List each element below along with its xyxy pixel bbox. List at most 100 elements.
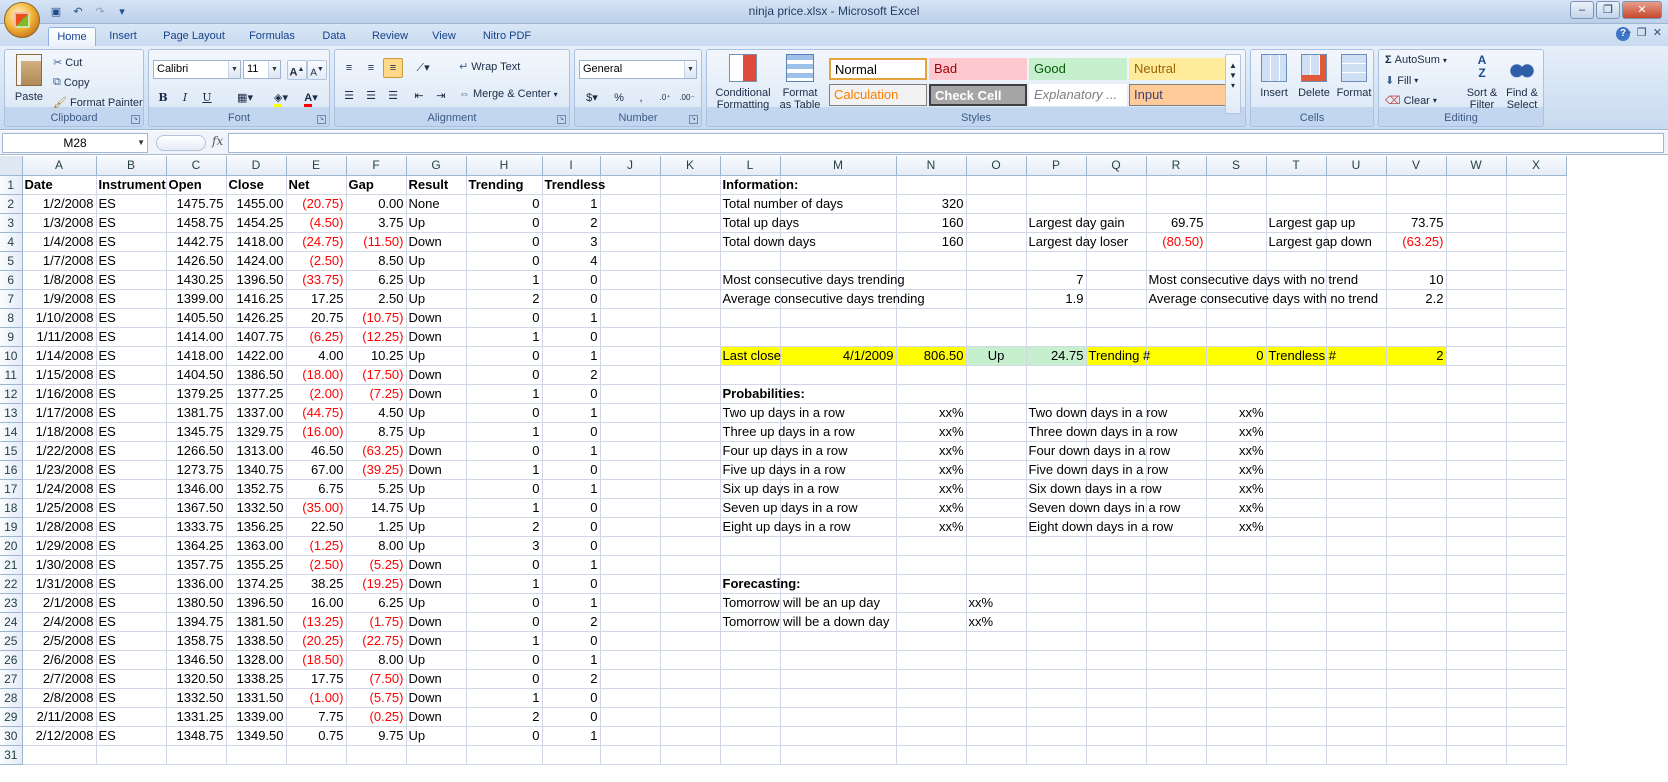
cell[interactable]: Average consecutive days with no trend [1146,289,1378,309]
cell[interactable] [660,460,721,480]
cell[interactable] [1386,175,1447,195]
row-header[interactable]: 10 [0,346,23,366]
cell[interactable] [660,441,721,461]
cell[interactable]: Up [406,726,467,746]
cell[interactable]: 1458.75 [166,213,227,233]
cell[interactable] [1026,612,1087,632]
cell[interactable] [1446,688,1507,708]
workbook-close-icon[interactable]: ✕ [1653,26,1662,39]
cell[interactable] [1206,213,1267,233]
cell[interactable]: xx% [1206,460,1267,480]
cell[interactable]: 0 [466,650,543,670]
cell[interactable]: 1394.75 [166,612,227,632]
column-header-d[interactable]: D [226,156,287,176]
cell[interactable] [1146,669,1207,689]
cell[interactable]: (1.25) [286,536,347,556]
tab-formulas[interactable]: Formulas [238,27,306,46]
cell[interactable]: (17.50) [346,365,407,385]
cell[interactable] [1386,251,1447,271]
cell[interactable] [1086,536,1147,556]
cell[interactable]: ES [96,232,167,252]
cell[interactable] [1506,403,1567,423]
cell[interactable] [1086,555,1147,575]
cell[interactable]: Last close [720,346,781,366]
column-header-e[interactable]: E [286,156,347,176]
cell[interactable] [966,175,1027,195]
row-header[interactable]: 29 [0,707,23,727]
cell[interactable]: Up [406,479,467,499]
cell[interactable] [1326,593,1387,613]
cell[interactable]: Up [406,346,467,366]
cell[interactable]: Up [406,213,467,233]
cell[interactable]: 1405.50 [166,308,227,328]
column-header-i[interactable]: I [542,156,601,176]
row-header[interactable]: 1 [0,175,23,195]
cell[interactable]: xx% [1206,479,1267,499]
cell[interactable]: 1.25 [346,517,407,537]
cell[interactable] [1446,365,1507,385]
cell[interactable] [1386,441,1447,461]
cell[interactable] [1266,536,1327,556]
cell[interactable] [96,745,167,765]
office-button[interactable] [4,2,40,38]
cell[interactable] [1086,726,1147,746]
cell[interactable]: 1 [542,403,601,423]
cell[interactable] [600,536,661,556]
cell[interactable]: Eight down days in a row [1026,517,1173,537]
cell[interactable]: (19.25) [346,574,407,594]
paste-button[interactable]: Paste [11,54,47,103]
cell[interactable]: 4.50 [346,403,407,423]
format-as-table-button[interactable]: Format as Table [777,54,823,111]
cell[interactable]: Down [406,669,467,689]
cell[interactable] [1506,422,1567,442]
cell[interactable] [600,612,661,632]
cell[interactable] [1506,346,1567,366]
cell[interactable] [600,745,661,765]
cell[interactable] [720,650,781,670]
cell[interactable] [966,517,1027,537]
cell[interactable]: 1/14/2008 [22,346,97,366]
cell[interactable] [1386,555,1447,575]
cell[interactable] [1206,175,1267,195]
cell[interactable] [1506,707,1567,727]
format-painter-button[interactable]: 🖌 Format Painter [53,96,143,110]
cell[interactable]: 8.00 [346,536,407,556]
cell[interactable]: Largest gap down [1266,232,1372,252]
cell[interactable] [1146,365,1207,385]
cell[interactable] [1326,384,1387,404]
cell[interactable] [1266,251,1327,271]
cell[interactable]: (6.25) [286,327,347,347]
cell[interactable]: 0 [1206,346,1267,366]
cell[interactable] [600,517,661,537]
cell[interactable] [1266,175,1327,195]
cell[interactable]: (39.25) [346,460,407,480]
cell[interactable]: 1 [466,327,543,347]
cell[interactable]: 0 [542,517,601,537]
cell[interactable] [1326,536,1387,556]
cell[interactable]: 10.25 [346,346,407,366]
cell[interactable]: xx% [966,612,1027,632]
cell[interactable] [1086,175,1147,195]
cell[interactable] [1086,365,1147,385]
cell[interactable]: Open [166,175,227,195]
cell[interactable] [1326,175,1387,195]
cell[interactable] [226,745,287,765]
cell[interactable]: 0 [466,308,543,328]
cell[interactable] [600,365,661,385]
cell[interactable] [896,726,967,746]
cell[interactable] [1026,574,1087,594]
find-select-button[interactable]: Find & Select [1503,54,1541,111]
cell[interactable] [780,631,897,651]
cell[interactable] [1206,650,1267,670]
cell[interactable]: 3 [542,232,601,252]
cell[interactable] [1506,194,1567,214]
cell[interactable]: (63.25) [1386,232,1447,252]
cell[interactable] [1146,251,1207,271]
cell[interactable]: 7 [1026,270,1087,290]
cell[interactable]: 2.50 [346,289,407,309]
cell[interactable] [1206,327,1267,347]
cell[interactable]: Trending # [1086,346,1150,366]
cell[interactable]: 0 [542,422,601,442]
cell[interactable]: (10.75) [346,308,407,328]
cell[interactable] [1086,194,1147,214]
